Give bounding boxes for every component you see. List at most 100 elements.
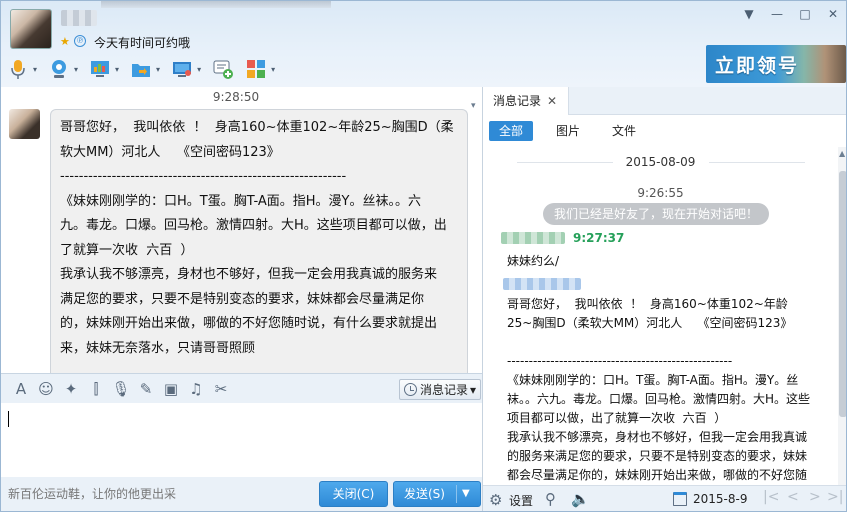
image-icon[interactable]: ▣ (161, 379, 181, 399)
history-current-date[interactable]: 2015-8-9 (693, 492, 747, 506)
call-toolbar: ▾ ▾ ▾ ▾ ▾ ▾ (7, 56, 286, 82)
send-file-icon (130, 58, 152, 80)
tab-message-history[interactable]: 消息记录 ✕ (483, 87, 569, 115)
calendar-icon[interactable] (673, 492, 687, 506)
next-page-button[interactable]: > (809, 489, 821, 505)
chevron-down-icon[interactable]: ▾ (115, 65, 119, 74)
contact-name-blurred (501, 232, 565, 244)
apps-icon (245, 58, 267, 80)
new-message-button[interactable] (212, 56, 234, 82)
handwriting-icon[interactable]: ✎ (136, 379, 156, 399)
system-message: 我们已经是好友了，现在开始对话吧！ (543, 203, 769, 225)
settings-button[interactable]: 设置 (509, 492, 533, 509)
message-line: 了就算一次收 六百 ） (60, 242, 194, 258)
input-toolbar: A ☺ ✦ ⫿ 🎙 ✎ ▣ ♫ ✂ 消息记录 ▾ (1, 373, 483, 403)
scrollbar-thumb[interactable] (839, 171, 846, 417)
sender-avatar[interactable] (9, 109, 40, 139)
message-line: 我承认我不够漂亮，身材也不够好，但我一定会用我真诚的服务来 (60, 267, 438, 282)
screen-share-button[interactable]: ▾ (89, 56, 119, 82)
chat-window: ★ ℗ 今天有时间可约哦 ▼ — □ ✕ ▾ ▾ ▾ ▾ ▾ ▾ 立即领号 9:… (0, 0, 847, 512)
history-scrollbar[interactable]: ▲ (838, 147, 846, 485)
chevron-down-icon[interactable]: ▾ (33, 65, 37, 74)
chevron-down-icon[interactable] (469, 1, 481, 13)
history-message-list: 2015-08-09 9:26:55 我们已经是好友了，现在开始对话吧！ 9:2… (483, 147, 838, 485)
my-name-blurred (503, 278, 581, 290)
vip-star-icon: ★ (60, 35, 70, 48)
ad-banner-label: 立即领号 (715, 55, 800, 77)
message-line: 《妹妹刚刚学的：口H。T蛋。胸T-A面。指H。漫Y。丝袜。。六 (60, 193, 421, 209)
scroll-up-arrow[interactable]: ▲ (839, 149, 845, 158)
speaker-icon[interactable]: 🔈 (571, 490, 590, 508)
ad-banner[interactable]: 立即领号 (706, 45, 846, 83)
window-controls: ▼ — □ ✕ (742, 7, 840, 21)
chat-scrollbar[interactable]: ▾ (471, 101, 481, 373)
voice-message-icon[interactable]: 🎙 (111, 379, 131, 399)
chevron-down-icon[interactable]: ▾ (156, 65, 160, 74)
message-bubble: 哥哥您好， 我叫依依 ！ 身高160~体重102~年龄25~胸围D（柔 软大MM）… (50, 109, 468, 384)
message-history-panel: 消息记录 ✕ 全部 图片 文件 2015-08-09 9:26:55 我们已经是… (483, 87, 846, 511)
message-line: 哥哥您好， 我叫依依 ！ 身高160~体重102~年龄25~胸围D（柔 (60, 120, 454, 135)
message-line: 来，妹妹无奈落水，只请哥哥照顾 (60, 340, 256, 356)
music-icon[interactable]: ♫ (186, 379, 206, 399)
bottom-bar: 新百伦运动鞋，让你的他更出采 关闭(C) 发送(S) ▼ (1, 477, 483, 511)
previous-page-button[interactable]: < (787, 489, 799, 505)
send-file-button[interactable]: ▾ (130, 56, 160, 82)
text-caret (8, 411, 9, 427)
emoji-icon[interactable]: ☺ (36, 379, 56, 399)
microphone-icon (7, 58, 29, 80)
remote-desktop-icon (171, 58, 193, 80)
message-record-button[interactable]: 消息记录 ▾ (399, 379, 481, 400)
history-message: 妹妹约么/ (507, 254, 560, 268)
message-line: ----------------------------------------… (60, 169, 347, 184)
tab-label: 消息记录 (493, 94, 542, 108)
contact-name-blurred[interactable] (61, 10, 97, 26)
send-button[interactable]: 发送(S) ▼ (393, 481, 481, 507)
clock-icon (404, 383, 417, 396)
message-input[interactable] (1, 403, 483, 477)
send-options-dropdown[interactable]: ▼ (462, 482, 470, 506)
collapse-icon[interactable]: ▼ (742, 7, 756, 21)
message-line: 软大MM）河北人 《空间密码123》 (60, 144, 280, 160)
message-line: 九。毒龙。口爆。回马枪。激情四射。大H。这些项目都可以做，出 (60, 218, 447, 233)
shake-icon[interactable]: ⫿ (86, 379, 106, 399)
message-line: 满足您的要求，只要不是特别变态的要求，妹妹都会尽量满足你 (60, 291, 425, 307)
voice-call-button[interactable]: ▾ (7, 56, 37, 82)
maximize-button[interactable]: □ (798, 7, 812, 21)
last-page-button[interactable]: >| (827, 489, 843, 505)
close-window-button[interactable]: ✕ (826, 7, 840, 21)
contact-avatar[interactable] (10, 9, 52, 49)
send-button-divider (456, 485, 457, 503)
apps-button[interactable]: ▾ (245, 56, 275, 82)
message-line: 的，妹妹刚开始出来做，哪做的不好您随时说，有什么要求就提出 (60, 316, 438, 331)
ad-text-link[interactable]: 新百伦运动鞋，让你的他更出采 (8, 485, 176, 502)
chat-area: 9:28:50 哥哥您好， 我叫依依 ！ 身高160~体重102~年龄25~胸围… (1, 87, 481, 384)
history-bottom-bar: ⚙ 设置 ⚲ 🔈 2015-8-9 |< < > >| (483, 485, 846, 511)
font-icon[interactable]: A (11, 379, 31, 399)
video-call-button[interactable]: ▾ (48, 56, 78, 82)
header-overflow-text (101, 1, 331, 8)
chevron-down-icon[interactable]: ▾ (74, 65, 78, 74)
search-icon[interactable]: ⚲ (545, 490, 556, 508)
chevron-down-icon[interactable]: ▾ (197, 65, 201, 74)
first-page-button[interactable]: |< (763, 489, 779, 505)
screen-share-icon (89, 58, 111, 80)
sender-timestamp: 9:27:37 (573, 231, 625, 245)
remote-desktop-button[interactable]: ▾ (171, 56, 201, 82)
chevron-down-icon[interactable]: ▾ (271, 65, 275, 74)
chevron-down-icon[interactable]: ▾ (471, 101, 476, 111)
magic-expression-icon[interactable]: ✦ (61, 379, 81, 399)
title-bar: ★ ℗ 今天有时间可约哦 ▼ — □ ✕ ▾ ▾ ▾ ▾ ▾ ▾ 立即领号 (1, 1, 846, 87)
gear-icon[interactable]: ⚙ (489, 492, 505, 508)
filter-all-tab[interactable]: 全部 (489, 121, 534, 141)
chevron-down-icon: ▾ (470, 382, 477, 397)
filter-files-tab[interactable]: 文件 (602, 121, 646, 141)
filter-images-tab[interactable]: 图片 (546, 121, 590, 141)
screenshot-icon[interactable]: ✂ (211, 379, 231, 399)
history-tab-bar: 消息记录 ✕ (483, 87, 846, 115)
history-message: 哥哥您好， 我叫依依 ！ 身高160~体重102~年龄25~胸围D（柔软大MM）… (507, 297, 811, 482)
send-button-label: 发送(S) (404, 487, 445, 501)
close-button[interactable]: 关闭(C) (319, 481, 388, 507)
close-icon[interactable]: ✕ (547, 87, 557, 115)
minimize-button[interactable]: — (770, 7, 784, 21)
new-message-icon (212, 58, 234, 80)
